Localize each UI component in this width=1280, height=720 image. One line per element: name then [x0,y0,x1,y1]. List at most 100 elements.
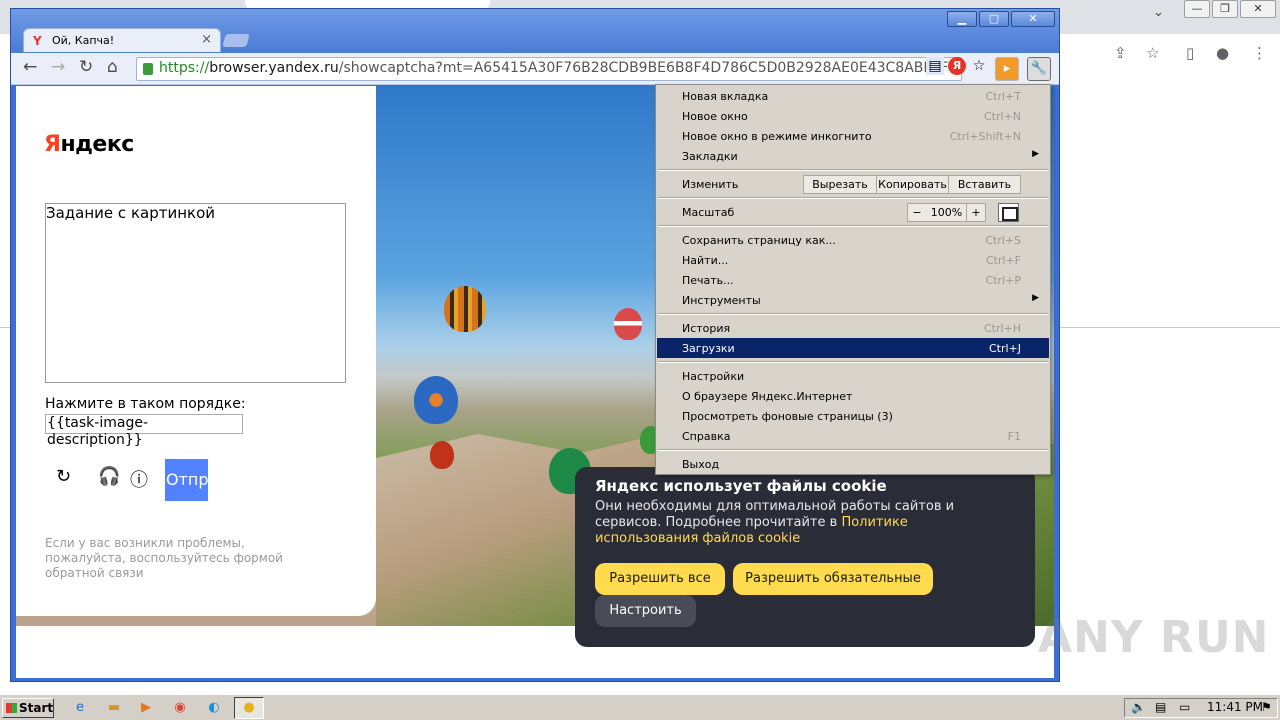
cookie-title: Яндекс использует файлы cookie [595,477,887,495]
clock[interactable]: 11:41 PM [1207,700,1263,714]
cut-button[interactable]: Вырезать [803,175,877,194]
task-image-box[interactable]: Задание с картинкой [45,203,346,383]
window-titlebar: ▁ ▢ ✕ Y Ой, Капча! × [11,9,1059,57]
menu-separator [658,449,1048,451]
profile-icon[interactable]: ● [1216,44,1229,62]
new-tab-button[interactable] [222,34,250,47]
fullscreen-icon[interactable] [998,203,1019,222]
tab-captcha[interactable]: Y Ой, Капча! × [23,28,221,52]
menu-item-edit: Изменить Вырезать Копировать Вставить [657,174,1049,194]
forward-arrow-icon[interactable]: → [51,57,65,77]
bookmark-star-icon[interactable]: ☆ [970,57,988,75]
copy-button[interactable]: Копировать [876,175,949,194]
zoom-in-button[interactable]: + [966,203,986,222]
url-text: https://browser.yandex.ru/showcaptcha?mt… [159,60,962,76]
menu-item-exit[interactable]: Выход [657,454,1049,474]
menu-item-background-pages[interactable]: Просмотреть фоновые страницы (3) [657,406,1049,426]
flag-icon[interactable]: ⚑ [1261,700,1272,714]
kebab-menu-icon[interactable]: ⋮ [1252,44,1267,62]
window-maximize-button[interactable]: ▢ [979,11,1009,27]
omnibox-icons: ▤ Я ☆ [926,57,988,75]
balloon [430,441,454,469]
menu-item-zoom: Масштаб − 100% + [657,202,1049,222]
zoom-out-button[interactable]: − [907,203,927,222]
ie-icon[interactable]: e [70,698,90,718]
network-icon[interactable]: ▤ [1155,700,1166,714]
watermark-logo: ANY RUN [1038,612,1270,663]
power-icon[interactable]: ▭ [1179,700,1190,714]
info-icon[interactable]: ⓘ [130,466,148,492]
media-player-icon[interactable]: ▶ [136,698,156,718]
chevron-down-icon[interactable]: ⌄ [1153,5,1164,20]
menu-separator [658,313,1048,315]
menu-item-downloads[interactable]: Загрузки Ctrl+J [657,338,1049,358]
audio-headphones-icon[interactable]: 🎧 [98,466,120,487]
submenu-arrow-icon: ▶ [1032,149,1039,159]
captcha-panel: Яндекс Задание с картинкой Нажмите в так… [16,86,376,616]
balloon [414,376,458,424]
tab-title: Ой, Капча! [52,34,115,47]
menu-item-tools[interactable]: Инструменты ▶ [657,290,1049,310]
reload-icon[interactable]: ↻ [79,57,93,77]
menu-item-bookmarks[interactable]: Закладки ▶ [657,146,1049,166]
menu-item-incognito[interactable]: Новое окно в режиме инкогнито Ctrl+Shift+… [657,126,1049,146]
background-toolbar: ⇪ ☆ ▯ ● ⋮ [1060,36,1280,70]
menu-item-print[interactable]: Печать... Ctrl+P [657,270,1049,290]
configure-button[interactable]: Настроить [595,595,696,627]
lock-icon [143,63,153,75]
back-arrow-icon[interactable]: ← [23,57,37,77]
allow-all-button[interactable]: Разрешить все [595,563,725,595]
paste-button[interactable]: Вставить [948,175,1021,194]
minimize-button[interactable]: — [1184,0,1210,18]
menu-separator [658,169,1048,171]
wrench-menu-button[interactable]: 🔧 [1027,57,1051,81]
star-icon[interactable]: ☆ [1146,44,1159,62]
yandex-logo: Яндекс [44,132,134,157]
window-minimize-button[interactable]: ▁ [947,11,977,27]
page-icon[interactable]: ▤ [926,57,944,75]
page-menu-button[interactable]: ▸ [995,57,1019,81]
balloon [614,308,642,340]
task-image-alt-text: Задание с картинкой [46,204,215,222]
menu-item-new-tab[interactable]: Новая вкладка Ctrl+T [657,86,1049,106]
yandex-icon[interactable]: Я [948,57,966,75]
menu-item-settings[interactable]: Настройки [657,366,1049,386]
close-button[interactable]: ✕ [1240,0,1276,18]
menu-separator [658,361,1048,363]
taskbar: Start e ▬ ▶ ◉ ◐ ● 🔈 ▤ ▭ 11:41 PM ⚑ [0,694,1280,720]
zoom-level: 100% [926,203,967,222]
start-button[interactable]: Start [2,698,54,718]
share-icon[interactable]: ⇪ [1114,44,1127,62]
menu-item-history[interactable]: История Ctrl+H [657,318,1049,338]
folder-icon[interactable]: ▬ [104,698,124,718]
refresh-icon[interactable]: ↻ [56,466,71,487]
browser-menu: Новая вкладка Ctrl+T Новое окно Ctrl+N Нов… [655,84,1051,475]
active-task-button[interactable]: ● [234,697,264,719]
window-close-button[interactable]: ✕ [1011,11,1055,27]
menu-item-about[interactable]: О браузере Яндекс.Интернет [657,386,1049,406]
yandex-browser-icon: ● [243,700,255,715]
allow-required-button[interactable]: Разрешить обязательные [733,563,933,595]
menu-separator [658,225,1048,227]
volume-icon[interactable]: 🔈 [1131,700,1146,714]
address-bar[interactable]: https://browser.yandex.ru/showcaptcha?mt… [136,57,962,81]
chrome-icon[interactable]: ◉ [170,698,190,718]
tab-close-icon[interactable]: × [201,32,212,47]
home-icon[interactable]: ⌂ [107,57,118,77]
browser-toolbar: ← → ↻ ⌂ https://browser.yandex.ru/showca… [11,53,1059,85]
menu-item-find[interactable]: Найти... Ctrl+F [657,250,1049,270]
edge-icon[interactable]: ◐ [204,698,224,718]
restore-button[interactable]: ❐ [1212,0,1238,18]
menu-item-new-window[interactable]: Новое окно Ctrl+N [657,106,1049,126]
cookie-text: Они необходимы для оптимальной работы са… [595,499,955,546]
menu-item-help[interactable]: Справка F1 [657,426,1049,446]
yandex-favicon-icon: Y [33,34,42,48]
side-panel-icon[interactable]: ▯ [1186,44,1194,62]
system-tray: 🔈 ▤ ▭ 11:41 PM ⚑ [1124,698,1278,718]
help-text: Если у вас возникли проблемы, пожалуйста… [45,536,283,580]
window-controls: ▁ ▢ ✕ [947,11,1055,27]
menu-item-save-page[interactable]: Сохранить страницу как... Ctrl+S [657,230,1049,250]
menu-separator [658,197,1048,199]
balloon [444,286,486,332]
submit-button[interactable]: Отправить [165,459,208,501]
